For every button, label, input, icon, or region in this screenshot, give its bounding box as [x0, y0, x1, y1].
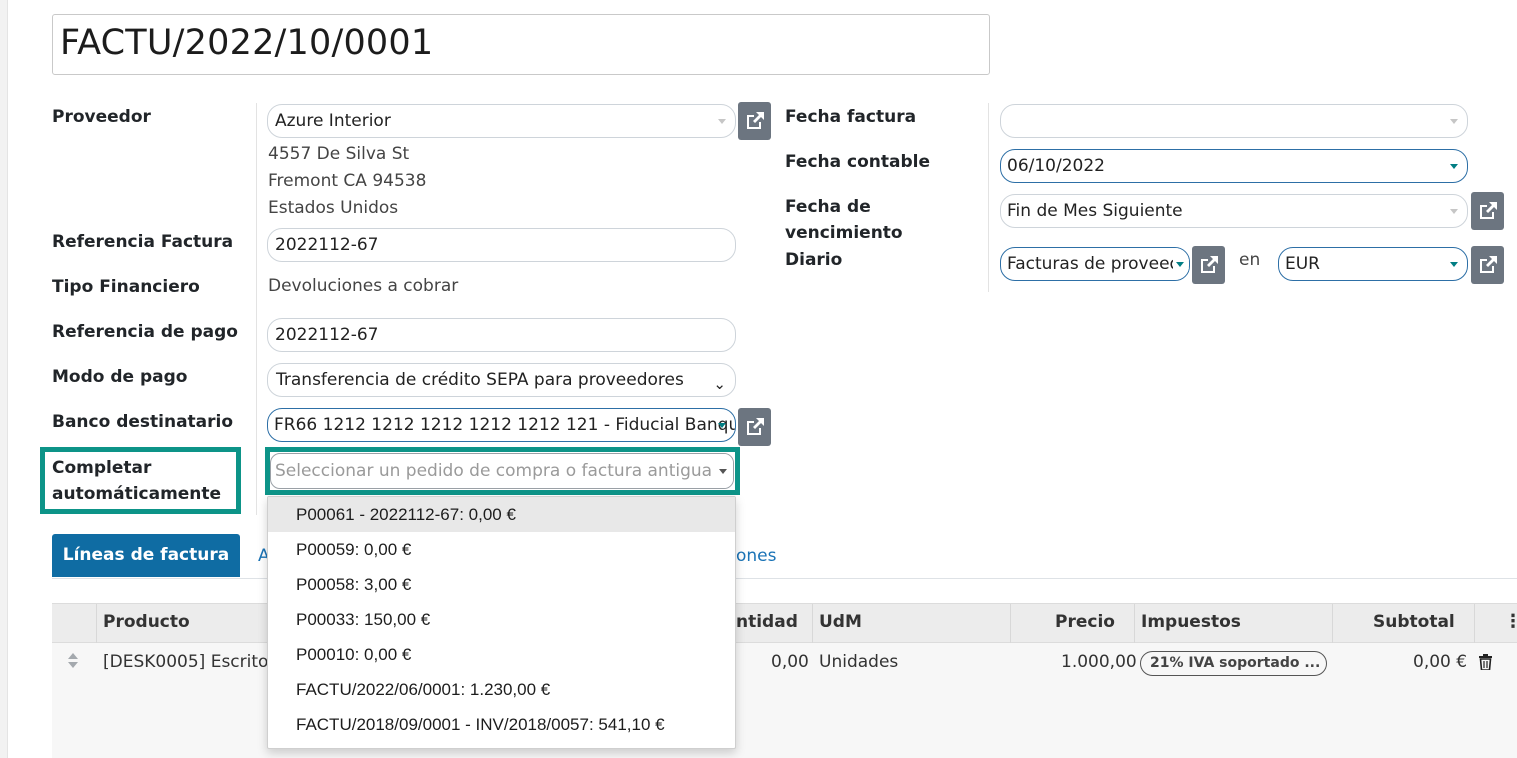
- label-divider-left: [256, 103, 257, 515]
- referencia-pago-input[interactable]: 2022112-67: [267, 318, 736, 352]
- trash-icon-bg: [1478, 654, 1493, 671]
- diario-external-link-button[interactable]: [1192, 246, 1225, 284]
- dropdown-option[interactable]: P00061 - 2022112-67: 0,00 €: [268, 497, 735, 532]
- completar-select-input[interactable]: Seleccionar un pedido de compra o factur…: [270, 453, 734, 489]
- row-handle-down-icon[interactable]: [68, 662, 78, 668]
- referencia-factura-input[interactable]: 2022112-67: [267, 228, 736, 262]
- trash-icon: [1479, 654, 1492, 671]
- record-title: FACTU/2022/10/0001: [60, 23, 434, 63]
- row-udm[interactable]: Unidades: [819, 643, 898, 681]
- col-separator: [1010, 604, 1011, 644]
- diario-input[interactable]: Facturas de proveedores: [1000, 247, 1190, 281]
- referencia-factura-label: Referencia Factura: [52, 232, 234, 252]
- fecha-contable-label: Fecha contable: [785, 152, 931, 172]
- column-header-producto[interactable]: Producto: [103, 603, 190, 643]
- dropdown-option[interactable]: FACTU/2022/06/0001: 1.230,00 €: [268, 672, 735, 707]
- tab-otra-informacion[interactable]: ones: [736, 535, 777, 578]
- en-label: en: [1239, 250, 1261, 270]
- diario-value: Facturas de proveedores: [1007, 254, 1189, 274]
- fecha-vencimiento-label-line2: vencimiento: [785, 223, 903, 243]
- column-header-precio[interactable]: Precio: [1055, 603, 1115, 643]
- proveedor-label: Proveedor: [52, 107, 151, 127]
- banco-dropdown-caret-icon[interactable]: [718, 423, 726, 428]
- banco-destinatario-label: Banco destinatario: [52, 412, 234, 432]
- chevron-down-icon: ⌄: [713, 375, 726, 393]
- proveedor-input[interactable]: Azure Interior: [267, 104, 736, 138]
- fecha-vencimiento-caret-icon[interactable]: [1450, 209, 1458, 214]
- column-header-impuestos[interactable]: Impuestos: [1141, 603, 1241, 643]
- fecha-factura-input[interactable]: [1000, 104, 1468, 138]
- currency-external-link-button[interactable]: [1471, 246, 1504, 284]
- tipo-financiero-value: Devoluciones a cobrar: [268, 276, 459, 296]
- banco-destinatario-input[interactable]: FR66 1212 1212 1212 1212 1212 121 - Fidu…: [267, 408, 736, 442]
- diario-caret-icon[interactable]: [1176, 262, 1184, 267]
- tab-lineas-factura[interactable]: Líneas de factura: [52, 534, 240, 577]
- fecha-vencimiento-input[interactable]: Fin de Mes Siguiente: [1000, 194, 1468, 228]
- proveedor-address-line3: Estados Unidos: [268, 198, 399, 218]
- banco-destinatario-value: FR66 1212 1212 1212 1212 1212 121 - Fidu…: [274, 415, 736, 435]
- dropdown-option[interactable]: FACTU/2018/09/0001 - INV/2018/0057: 541,…: [268, 707, 735, 742]
- proveedor-value: Azure Interior: [275, 111, 391, 131]
- fecha-vencimiento-external-link-button[interactable]: [1471, 192, 1504, 230]
- row-handle-up-icon[interactable]: [68, 653, 78, 659]
- dropdown-option[interactable]: P00010: 0,00 €: [268, 637, 735, 672]
- tipo-financiero-label: Tipo Financiero: [52, 277, 200, 297]
- proveedor-external-link-button[interactable]: [738, 102, 771, 140]
- modo-pago-value: Transferencia de crédito SEPA para prove…: [276, 370, 684, 390]
- fecha-vencimiento-value: Fin de Mes Siguiente: [1007, 201, 1183, 221]
- col-separator: [812, 604, 813, 644]
- completar-dropdown-caret-icon[interactable]: [719, 469, 727, 474]
- dropdown-option[interactable]: P00059: 0,00 €: [268, 532, 735, 567]
- fecha-contable-caret-icon[interactable]: [1450, 164, 1458, 169]
- proveedor-dropdown-caret-icon[interactable]: [718, 119, 726, 124]
- currency-value: EUR: [1285, 254, 1320, 274]
- column-header-cantidad[interactable]: ntidad: [736, 603, 798, 643]
- row-precio[interactable]: 1.000,00: [1061, 643, 1137, 681]
- diario-label: Diario: [785, 250, 843, 270]
- completar-placeholder: Seleccionar un pedido de compra o factur…: [275, 461, 713, 481]
- dropdown-option[interactable]: P00058: 3,00 €: [268, 567, 735, 602]
- col-separator: [96, 604, 97, 644]
- fecha-contable-input[interactable]: 06/10/2022: [1000, 149, 1468, 183]
- left-gutter: [0, 0, 8, 758]
- fecha-contable-value: 06/10/2022: [1007, 156, 1105, 176]
- modo-pago-label: Modo de pago: [52, 367, 188, 387]
- row-producto[interactable]: [DESK0005] Escrito: [103, 643, 268, 681]
- referencia-factura-value: 2022112-67: [275, 235, 379, 255]
- fecha-factura-caret-icon[interactable]: [1450, 119, 1458, 124]
- completar-label-highlight: [40, 447, 241, 514]
- label-divider-right: [988, 103, 989, 292]
- external-link-icon: [1479, 202, 1497, 219]
- proveedor-address-line2: Fremont CA 94538: [268, 171, 427, 191]
- col-separator: [1134, 604, 1135, 644]
- external-link-icon: [1479, 256, 1497, 273]
- external-link-icon: [1200, 256, 1218, 273]
- row-subtotal: 0,00 €: [1413, 652, 1468, 672]
- record-title-field[interactable]: FACTU/2022/10/0001: [52, 14, 990, 75]
- fecha-factura-label: Fecha factura: [785, 107, 917, 127]
- modo-pago-select[interactable]: Transferencia de crédito SEPA para prove…: [267, 363, 736, 397]
- col-separator: [1474, 604, 1475, 644]
- column-options-icon[interactable]: ⋮: [1504, 603, 1517, 643]
- dropdown-option[interactable]: P00033: 150,00 €: [268, 602, 735, 637]
- row-impuesto-badge[interactable]: 21% IVA soportado ...: [1140, 651, 1327, 676]
- column-header-udm[interactable]: UdM: [819, 603, 862, 643]
- external-link-icon: [746, 418, 764, 435]
- referencia-pago-value: 2022112-67: [275, 325, 379, 345]
- column-header-subtotal[interactable]: Subtotal: [1373, 603, 1455, 643]
- col-separator: [1332, 604, 1333, 644]
- autocomplete-dropdown: P00061 - 2022112-67: 0,00 € P00059: 0,00…: [267, 496, 736, 749]
- currency-input[interactable]: EUR: [1278, 247, 1468, 281]
- fecha-vencimiento-label-line1: Fecha de: [785, 197, 871, 217]
- proveedor-address-line1: 4557 De Silva St: [268, 144, 410, 164]
- currency-caret-icon[interactable]: [1450, 262, 1458, 267]
- row-cantidad[interactable]: 0,00: [771, 643, 809, 681]
- external-link-icon: [746, 112, 764, 129]
- banco-external-link-button[interactable]: [738, 408, 771, 446]
- referencia-pago-label: Referencia de pago: [52, 322, 238, 342]
